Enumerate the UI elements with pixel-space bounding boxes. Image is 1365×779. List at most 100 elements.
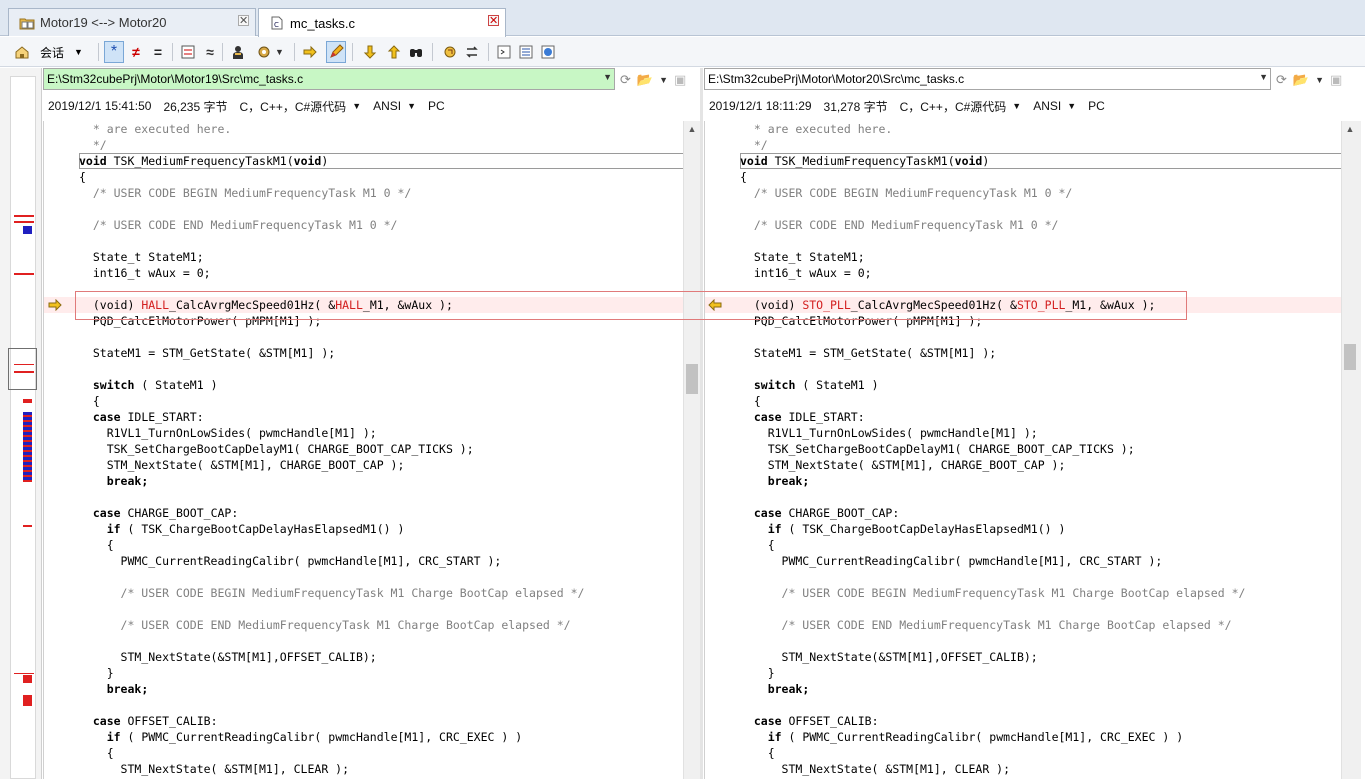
code-line[interactable]: { xyxy=(79,169,86,185)
code-line[interactable]: } xyxy=(79,665,114,681)
code-line[interactable]: (void) HALL_CalcAvrgMecSpeed01Hz( &HALL_… xyxy=(79,297,453,313)
code-line[interactable]: { xyxy=(740,393,761,409)
person-icon[interactable] xyxy=(228,41,248,63)
up-arrow-icon[interactable] xyxy=(384,41,404,63)
home-icon[interactable] xyxy=(12,41,32,63)
code-line[interactable]: STM_NextState(&STM[M1],OFFSET_CALIB); xyxy=(740,649,1038,665)
code-line[interactable]: TSK_SetChargeBootCapDelayM1( CHARGE_BOOT… xyxy=(79,441,474,457)
equal-icon[interactable]: = xyxy=(148,41,168,63)
right-line-ending[interactable]: PC xyxy=(1088,99,1105,113)
open-folder-icon[interactable]: 📂 xyxy=(1293,72,1309,88)
sync-icon[interactable] xyxy=(440,41,460,63)
code-line[interactable]: { xyxy=(79,393,100,409)
code-line[interactable]: PWMC_CurrentReadingCalibr( pwmcHandle[M1… xyxy=(79,553,502,569)
code-line[interactable]: break; xyxy=(740,681,810,697)
code-line[interactable]: STM_NextState(&STM[M1],OFFSET_CALIB); xyxy=(79,649,377,665)
code-line[interactable]: if ( PWMC_CurrentReadingCalibr( pwmcHand… xyxy=(79,729,522,745)
code-line[interactable]: case CHARGE_BOOT_CAP: xyxy=(79,505,238,521)
left-code-view[interactable]: * are executed here. */void TSK_MediumFr… xyxy=(43,121,683,779)
save-icon[interactable]: ▣ xyxy=(674,72,686,88)
code-line[interactable]: /* USER CODE BEGIN MediumFrequencyTask M… xyxy=(740,585,1246,601)
code-line[interactable]: R1VL1_TurnOnLowSides( pwmcHandle[M1] ); xyxy=(79,425,377,441)
pane-divider[interactable] xyxy=(700,68,703,779)
code-line[interactable]: int16_t wAux = 0; xyxy=(79,265,211,281)
code-line[interactable]: void TSK_MediumFrequencyTaskM1(void) xyxy=(79,153,328,169)
code-line[interactable]: case OFFSET_CALIB: xyxy=(79,713,218,729)
left-format[interactable]: C，C++，C#源代码 xyxy=(239,98,346,115)
close-icon[interactable]: ✕ xyxy=(488,15,499,27)
chevron-down-icon[interactable]: ▼ xyxy=(1012,101,1021,111)
code-line[interactable]: PQD_CalcElMotorPower( pMPM[M1] ); xyxy=(740,313,982,329)
scroll-thumb[interactable] xyxy=(686,364,698,394)
left-encoding[interactable]: ANSI xyxy=(373,99,401,113)
save-icon[interactable]: ▣ xyxy=(1330,72,1342,88)
refresh-icon[interactable]: ⟳ xyxy=(1276,72,1287,88)
scroll-up-icon[interactable]: ▲ xyxy=(684,121,700,137)
code-line[interactable]: State_t StateM1; xyxy=(79,249,204,265)
code-line[interactable]: /* USER CODE BEGIN MediumFrequencyTask M… xyxy=(79,185,412,201)
code-line[interactable]: PQD_CalcElMotorPower( pMPM[M1] ); xyxy=(79,313,321,329)
refresh-icon[interactable]: ⟳ xyxy=(620,72,631,88)
code-line[interactable]: } xyxy=(740,665,775,681)
chevron-down-icon[interactable]: ▼ xyxy=(407,101,416,111)
tab-file[interactable]: C mc_tasks.c ✕ xyxy=(258,8,506,37)
code-line[interactable]: */ xyxy=(79,137,107,153)
right-path-field[interactable]: E:\Stm32cubePrj\Motor\Motor20\Src\mc_tas… xyxy=(704,68,1271,90)
code-line[interactable]: case IDLE_START: xyxy=(740,409,865,425)
tab-session[interactable]: Motor19 <--> Motor20 ✕ xyxy=(8,8,256,36)
approx-icon[interactable]: ≈ xyxy=(200,41,220,63)
code-line[interactable]: /* USER CODE END MediumFrequencyTask M1 … xyxy=(740,617,1232,633)
overview-viewport[interactable] xyxy=(8,348,37,390)
chevron-down-icon[interactable]: ▼ xyxy=(1259,72,1268,82)
web-icon[interactable] xyxy=(538,41,558,63)
code-line[interactable]: R1VL1_TurnOnLowSides( pwmcHandle[M1] ); xyxy=(740,425,1038,441)
code-line[interactable]: switch ( StateM1 ) xyxy=(79,377,218,393)
left-path-field[interactable]: E:\Stm32cubePrj\Motor\Motor19\Src\mc_tas… xyxy=(43,68,615,90)
session-menu[interactable]: 会话 ▼ xyxy=(40,41,83,63)
code-line[interactable]: int16_t wAux = 0; xyxy=(740,265,872,281)
code-line[interactable]: { xyxy=(79,537,114,553)
code-line[interactable]: switch ( StateM1 ) xyxy=(740,377,879,393)
expand-icon[interactable] xyxy=(178,41,198,63)
scroll-thumb[interactable] xyxy=(1344,344,1356,370)
diff-overview[interactable] xyxy=(0,68,42,779)
code-line[interactable]: STM_NextState( &STM[M1], CLEAR ); xyxy=(79,761,350,777)
left-scrollbar[interactable]: ▲ xyxy=(683,121,700,779)
code-line[interactable]: * are executed here. xyxy=(79,121,231,137)
right-format[interactable]: C，C++，C#源代码 xyxy=(900,98,1007,115)
code-line[interactable]: /* USER CODE END MediumFrequencyTask M1 … xyxy=(740,217,1059,233)
chevron-down-icon[interactable]: ▼ xyxy=(603,72,612,82)
right-scrollbar[interactable]: ▲ xyxy=(1341,121,1361,779)
code-line[interactable]: TSK_SetChargeBootCapDelayM1( CHARGE_BOOT… xyxy=(740,441,1135,457)
binoculars-icon[interactable] xyxy=(406,41,426,63)
list-icon[interactable] xyxy=(516,41,536,63)
code-line[interactable]: { xyxy=(79,745,114,761)
scroll-up-icon[interactable]: ▲ xyxy=(1342,121,1358,137)
swap-icon[interactable] xyxy=(462,41,482,63)
code-line[interactable]: StateM1 = STM_GetState( &STM[M1] ); xyxy=(79,345,335,361)
rules-icon[interactable] xyxy=(494,41,514,63)
code-line[interactable]: StateM1 = STM_GetState( &STM[M1] ); xyxy=(740,345,996,361)
not-equal-icon[interactable]: ≠ xyxy=(126,41,146,63)
code-line[interactable]: (void) STO_PLL_CalcAvrgMecSpeed01Hz( &ST… xyxy=(740,297,1156,313)
down-arrow-icon[interactable] xyxy=(360,41,380,63)
settings-icon[interactable]: ▼ xyxy=(252,41,288,63)
code-line[interactable]: STM_NextState( &STM[M1], CHARGE_BOOT_CAP… xyxy=(79,457,405,473)
chevron-down-icon[interactable]: ▼ xyxy=(659,75,668,85)
code-line[interactable]: case CHARGE_BOOT_CAP: xyxy=(740,505,899,521)
edit-icon[interactable] xyxy=(326,41,346,63)
open-folder-icon[interactable]: 📂 xyxy=(637,72,653,88)
code-line[interactable]: /* USER CODE END MediumFrequencyTask M1 … xyxy=(79,217,398,233)
close-icon[interactable]: ✕ xyxy=(238,15,249,27)
code-line[interactable]: /* USER CODE BEGIN MediumFrequencyTask M… xyxy=(79,585,585,601)
code-line[interactable]: break; xyxy=(740,473,810,489)
code-line[interactable]: /* USER CODE BEGIN MediumFrequencyTask M… xyxy=(740,185,1073,201)
code-line[interactable]: if ( PWMC_CurrentReadingCalibr( pwmcHand… xyxy=(740,729,1183,745)
code-line[interactable]: break; xyxy=(79,681,149,697)
code-line[interactable]: State_t StateM1; xyxy=(740,249,865,265)
code-line[interactable]: PWMC_CurrentReadingCalibr( pwmcHandle[M1… xyxy=(740,553,1163,569)
code-line[interactable]: break; xyxy=(79,473,149,489)
code-line[interactable]: STM_NextState( &STM[M1], CHARGE_BOOT_CAP… xyxy=(740,457,1066,473)
overview-strip[interactable] xyxy=(10,76,36,779)
star-filter-icon[interactable]: * xyxy=(104,41,124,63)
